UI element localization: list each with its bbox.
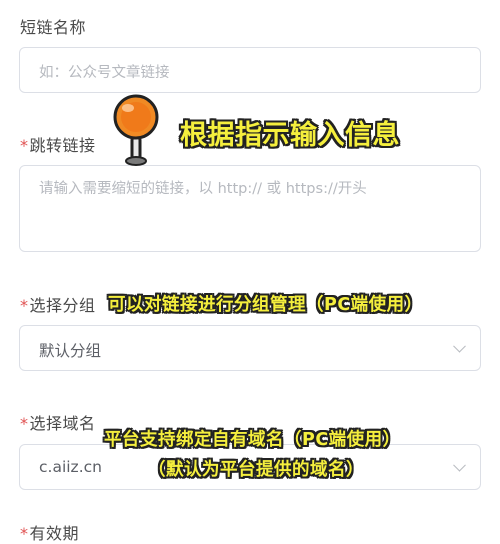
annotation-domain-tip-1: 平台支持绑定自有域名（PC端使用） xyxy=(104,430,401,450)
required-mark: * xyxy=(20,524,29,543)
chevron-down-icon xyxy=(453,339,466,353)
short-name-label: 短链名称 xyxy=(20,18,87,37)
group-label: *选择分组 xyxy=(20,296,96,315)
group-select-value: 默认分组 xyxy=(39,342,102,360)
domain-select-value: c.aiiz.cn xyxy=(39,458,102,476)
group-select[interactable]: 默认分组 xyxy=(19,325,481,371)
short-name-input[interactable]: 如：公众号文章链接 xyxy=(19,47,481,93)
annotation-group-tip: 可以对链接进行分组管理（PC端使用） xyxy=(108,295,423,315)
chevron-down-icon xyxy=(453,458,466,472)
required-mark: * xyxy=(20,296,29,315)
pushpin-icon xyxy=(113,94,159,166)
annotation-domain-tip-2: （默认为平台提供的域名） xyxy=(148,460,364,480)
jump-link-label: *跳转链接 xyxy=(20,136,96,155)
required-mark: * xyxy=(20,414,29,433)
validity-label: *有效期 xyxy=(20,524,80,543)
jump-link-placeholder: 请输入需要缩短的链接，以 http:// 或 https://开头 xyxy=(39,181,367,197)
jump-link-textarea[interactable]: 请输入需要缩短的链接，以 http:// 或 https://开头 xyxy=(19,165,481,252)
short-name-placeholder: 如：公众号文章链接 xyxy=(39,65,170,81)
required-mark: * xyxy=(20,136,29,155)
annotation-input-tip: 根据指示输入信息 xyxy=(180,120,400,151)
domain-label: *选择域名 xyxy=(20,414,96,433)
